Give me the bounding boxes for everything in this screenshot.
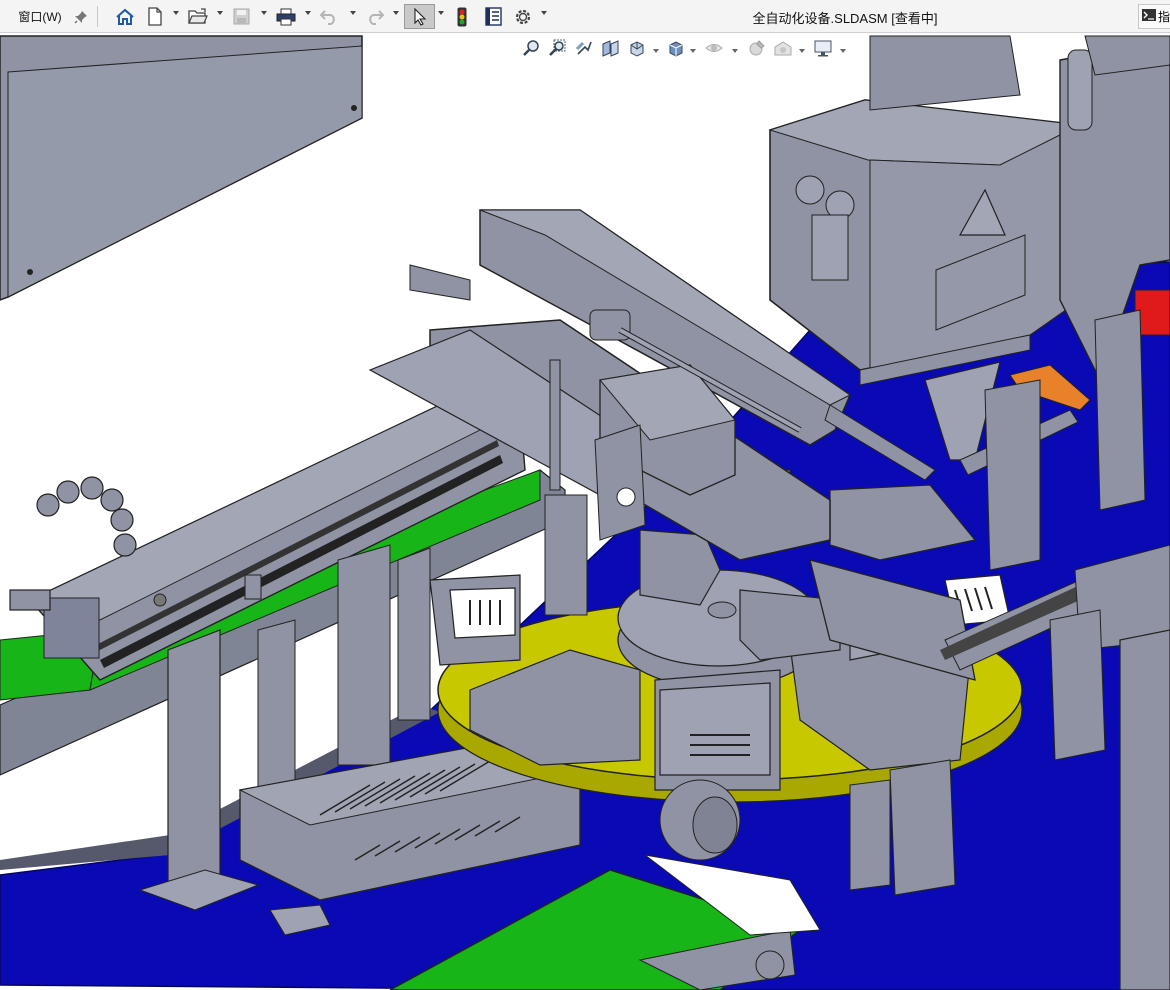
view-orientation-icon xyxy=(628,39,646,62)
command-search-button[interactable]: 指 xyxy=(1138,4,1170,29)
undo-button[interactable] xyxy=(318,4,340,29)
redo-dropdown[interactable] xyxy=(393,11,399,15)
assembly-model-view[interactable] xyxy=(0,33,1170,990)
pin-menu-button[interactable] xyxy=(70,4,92,29)
save-button[interactable] xyxy=(230,4,252,29)
zoom-to-area-icon xyxy=(548,39,566,62)
hide-show-items-icon xyxy=(705,39,723,62)
display-style-dropdown[interactable] xyxy=(690,49,696,53)
window-menu[interactable]: 窗口(W) xyxy=(14,4,66,29)
apply-scene-dropdown[interactable] xyxy=(799,49,805,53)
open-dropdown[interactable] xyxy=(217,11,223,15)
view-settings-dropdown[interactable] xyxy=(840,49,846,53)
print-button[interactable] xyxy=(274,4,298,29)
new-document-button[interactable] xyxy=(144,4,166,29)
undo-icon xyxy=(320,9,338,25)
hide-show-items-dropdown[interactable] xyxy=(732,49,738,53)
zoom-to-area-button[interactable] xyxy=(546,39,568,61)
command-search-label: 指 xyxy=(1158,10,1170,24)
new-document-dropdown[interactable] xyxy=(173,11,179,15)
redo-button[interactable] xyxy=(364,4,386,29)
save-dropdown[interactable] xyxy=(261,11,267,15)
graphics-area[interactable] xyxy=(0,33,1170,990)
view-settings-button[interactable] xyxy=(812,39,834,61)
options-button[interactable] xyxy=(512,4,534,29)
save-icon xyxy=(233,8,250,25)
select-tool-button[interactable] xyxy=(404,4,435,29)
previous-view-icon xyxy=(575,39,593,62)
document-title: 全自动化设备.SLDASM [查看中] xyxy=(752,11,938,26)
frame-leg xyxy=(167,629,221,901)
options-dropdown[interactable] xyxy=(541,11,547,15)
apply-scene-icon xyxy=(773,39,793,62)
command-prompt-icon xyxy=(1142,9,1156,24)
section-view-icon xyxy=(601,39,621,62)
view-orientation-dropdown[interactable] xyxy=(653,49,659,53)
apply-scene-button[interactable] xyxy=(772,39,794,61)
display-style-button[interactable] xyxy=(665,39,687,61)
open-button[interactable] xyxy=(186,4,210,29)
rebuild-button[interactable] xyxy=(451,4,473,29)
title-bar: 窗口(W) 全自动化设备.SLDASM [查看中] 指 xyxy=(0,0,1170,33)
undo-dropdown[interactable] xyxy=(350,11,356,15)
file-properties-icon xyxy=(484,7,502,26)
home-button[interactable] xyxy=(113,4,137,29)
file-properties-button[interactable] xyxy=(481,4,505,29)
select-cursor-icon xyxy=(413,7,427,26)
display-style-icon xyxy=(667,39,685,62)
zoom-to-fit-button[interactable] xyxy=(520,39,542,61)
pin-icon xyxy=(74,10,88,24)
select-dropdown[interactable] xyxy=(438,11,444,15)
rebuild-traffic-light-icon xyxy=(457,7,467,27)
new-document-icon xyxy=(147,7,163,26)
edit-appearance-icon xyxy=(748,39,766,62)
section-view-button[interactable] xyxy=(600,39,622,61)
window-menu-label: 窗口(W) xyxy=(18,10,62,24)
open-folder-icon xyxy=(188,8,208,25)
print-dropdown[interactable] xyxy=(305,11,311,15)
view-orientation-button[interactable] xyxy=(626,39,648,61)
options-gear-icon xyxy=(514,8,532,26)
hide-show-items-button[interactable] xyxy=(703,39,725,61)
zoom-to-fit-icon xyxy=(522,39,540,62)
home-icon xyxy=(115,8,135,26)
edit-appearance-button[interactable] xyxy=(746,39,768,61)
toolbar-separator xyxy=(97,6,98,27)
previous-view-button[interactable] xyxy=(573,39,595,61)
print-icon xyxy=(276,8,296,26)
view-settings-icon xyxy=(813,39,833,62)
redo-icon xyxy=(366,9,384,25)
